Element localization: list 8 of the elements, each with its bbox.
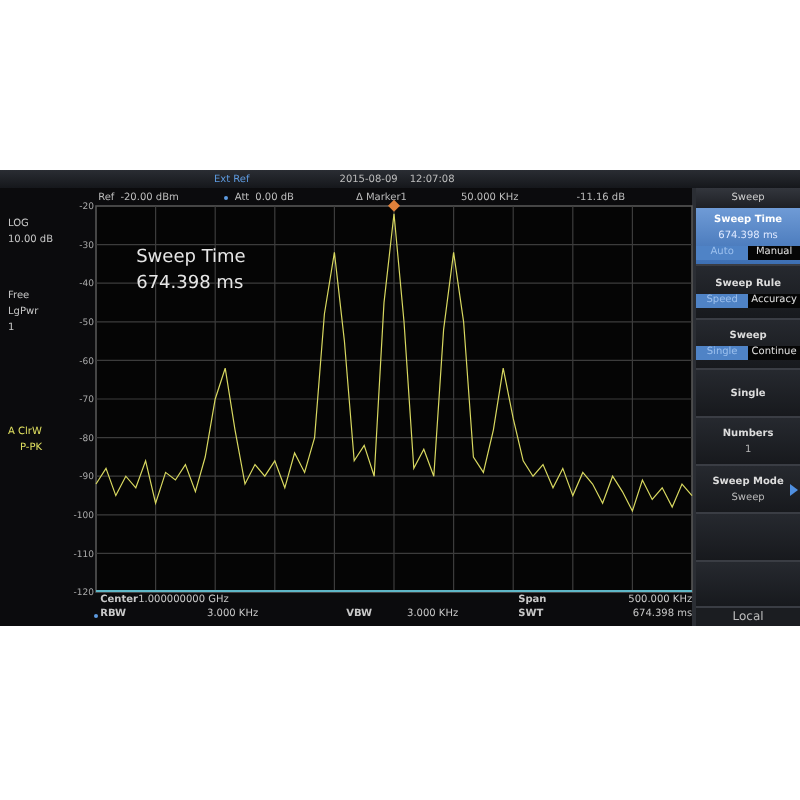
arrow-icon <box>790 483 798 495</box>
menu-item[interactable] <box>696 514 800 562</box>
overlay-value: 674.398 ms <box>136 274 246 294</box>
marker-icon <box>388 199 401 212</box>
menu-item[interactable] <box>696 562 800 608</box>
indicator-dot-icon <box>224 195 229 199</box>
overlay-title: Sweep Time <box>136 248 246 268</box>
indicator-dot-icon <box>94 613 99 617</box>
